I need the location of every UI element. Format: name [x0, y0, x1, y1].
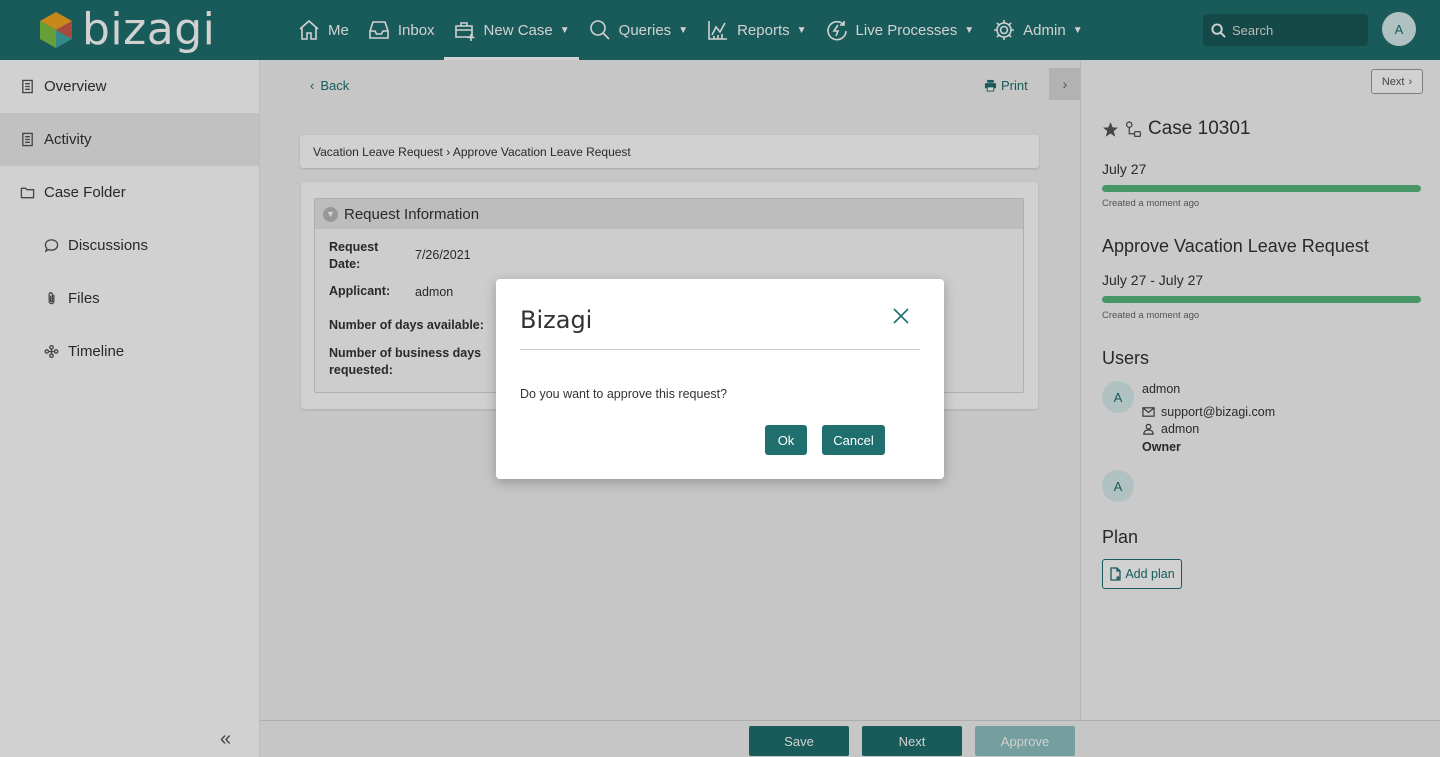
ok-button[interactable]: Ok [765, 425, 807, 455]
dialog-message: Do you want to approve this request? [520, 387, 728, 401]
close-button[interactable] [892, 307, 914, 329]
dialog-divider [520, 349, 920, 350]
dialog-title: Bizagi [520, 306, 593, 334]
close-icon [893, 308, 909, 324]
cancel-button[interactable]: Cancel [822, 425, 885, 455]
confirm-dialog: Bizagi Do you want to approve this reque… [496, 279, 944, 479]
